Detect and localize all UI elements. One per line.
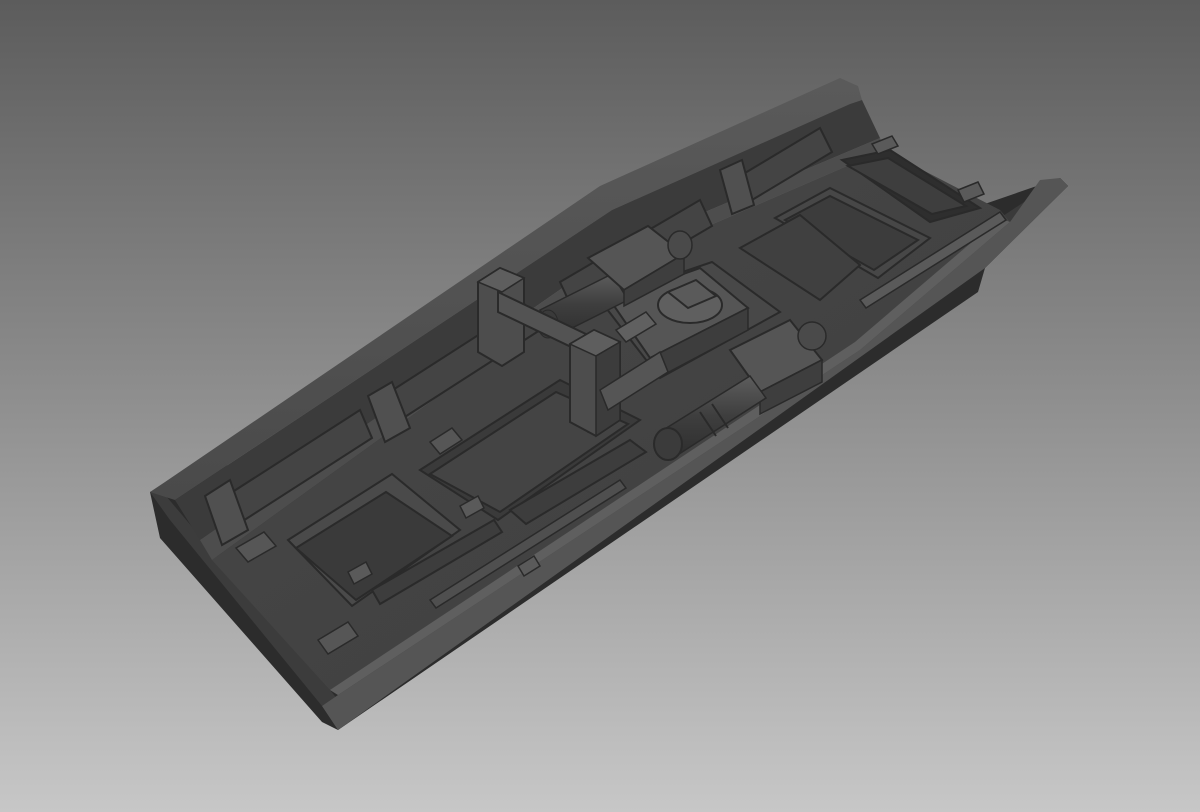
model-render[interactable] [0, 0, 1200, 812]
3d-viewport[interactable] [0, 0, 1200, 812]
